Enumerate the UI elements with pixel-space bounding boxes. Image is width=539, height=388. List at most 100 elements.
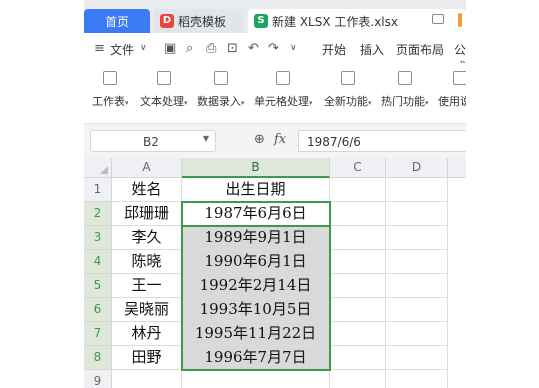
help-icon xyxy=(453,71,466,85)
row-header-9[interactable]: 9 xyxy=(84,370,112,388)
column-header-b[interactable]: B xyxy=(182,158,330,178)
cell-a7[interactable]: 林丹 xyxy=(112,322,182,346)
cell-d6[interactable] xyxy=(386,298,448,322)
cell-b6[interactable]: 1993年10月5日 xyxy=(182,298,330,322)
more-icon[interactable]: ∨ xyxy=(290,43,297,53)
cell-b8[interactable]: 1996年7月7日 xyxy=(182,346,330,370)
ribbon-new-feature-label: 全新功能 xyxy=(324,95,368,108)
column-header-c[interactable]: C xyxy=(330,158,386,178)
row-header-1[interactable]: 1 xyxy=(84,178,112,202)
print-preview-icon[interactable]: ⊡ xyxy=(227,41,238,56)
cell-c9[interactable] xyxy=(330,370,386,388)
row-header-5[interactable]: 5 xyxy=(84,274,112,298)
cell-a5[interactable]: 王一 xyxy=(112,274,182,298)
cell-b3[interactable]: 1989年9月1日 xyxy=(182,226,330,250)
ribbon-new-feature-button[interactable]: 全新功能▾ xyxy=(324,69,372,109)
zoom-icon[interactable]: ⊕ xyxy=(254,132,265,147)
cell-c3[interactable] xyxy=(330,226,386,250)
cell-a4[interactable]: 陈晓 xyxy=(112,250,182,274)
row-header-6[interactable]: 6 xyxy=(84,298,112,322)
row-header-3[interactable]: 3 xyxy=(84,226,112,250)
ribbon-toolbar: 工作表▾ 文本处理▾ 数据录入▾ 单元格处理▾ 全新功能▾ 热门功能▾ 使用说明 xyxy=(84,63,466,124)
hot-feature-icon xyxy=(397,71,412,85)
save-icon[interactable]: ▣ xyxy=(164,41,176,56)
cell-d3[interactable] xyxy=(386,226,448,250)
menu-start[interactable]: 开始 xyxy=(322,41,346,58)
cell-a3[interactable]: 李久 xyxy=(112,226,182,250)
data-entry-icon xyxy=(213,71,228,85)
cell-c4[interactable] xyxy=(330,250,386,274)
function-icon[interactable]: fx xyxy=(274,132,286,147)
chevron-down-icon[interactable]: ▼ xyxy=(203,134,209,143)
ribbon-cell-process-button[interactable]: 单元格处理▾ xyxy=(254,69,313,109)
cell-d7[interactable] xyxy=(386,322,448,346)
cell-d9[interactable] xyxy=(386,370,448,388)
cell-c5[interactable] xyxy=(330,274,386,298)
column-header-e[interactable] xyxy=(448,158,466,178)
cell-b1[interactable]: 出生日期 xyxy=(182,178,330,202)
redo-icon[interactable]: ↷ xyxy=(268,41,279,56)
print-icon[interactable]: ⎙ xyxy=(206,41,216,56)
ribbon-hot-feature-label: 热门功能 xyxy=(381,95,425,108)
ribbon-cell-process-label: 单元格处理 xyxy=(254,95,309,108)
tab-home[interactable]: 首页 xyxy=(84,9,150,33)
tab-bar: 首页 D 稻壳模板 S 新建 XLSX 工作表.xlsx xyxy=(84,0,466,33)
format-painter-icon[interactable]: ⌕ xyxy=(186,41,193,56)
hamburger-menu-icon[interactable]: ≡ xyxy=(94,41,105,56)
formula-input-value: 1987/6/6 xyxy=(307,135,361,149)
menu-insert[interactable]: 插入 xyxy=(360,41,384,58)
cell-c6[interactable] xyxy=(330,298,386,322)
ribbon-help-button[interactable]: 使用说明 xyxy=(438,69,466,109)
cell-d2[interactable] xyxy=(386,202,448,226)
cell-c7[interactable] xyxy=(330,322,386,346)
tab-template[interactable]: D 稻壳模板 xyxy=(154,9,244,33)
select-all-corner[interactable] xyxy=(84,158,112,178)
cell-d1[interactable] xyxy=(386,178,448,202)
cell-b2[interactable]: 1987年6月6日 xyxy=(182,202,330,226)
chevron-down-icon[interactable]: ∨ xyxy=(140,43,147,53)
ribbon-hot-feature-button[interactable]: 热门功能▾ xyxy=(381,69,429,109)
menu-bar: ≡ 文件 ∨ ▣ ⌕ ⎙ ⊡ ↶ ↷ ∨ 开始 插入 页面布局 公式 xyxy=(84,33,466,74)
ribbon-worksheet-button[interactable]: 工作表▾ xyxy=(92,69,129,109)
cell-b9[interactable] xyxy=(182,370,330,388)
row-header-7[interactable]: 7 xyxy=(84,322,112,346)
tab-home-label: 首页 xyxy=(104,14,129,29)
worksheet-icon xyxy=(103,71,118,85)
cell-b4[interactable]: 1990年6月1日 xyxy=(182,250,330,274)
cell-d8[interactable] xyxy=(386,346,448,370)
cell-b7[interactable]: 1995年11月22日 xyxy=(182,322,330,346)
undo-icon[interactable]: ↶ xyxy=(248,41,259,56)
formula-input[interactable]: 1987/6/6 xyxy=(298,130,466,152)
cell-a8[interactable]: 田野 xyxy=(112,346,182,370)
row-header-4[interactable]: 4 xyxy=(84,250,112,274)
name-box[interactable]: B2 ▼ xyxy=(90,130,216,152)
window-mode-icon[interactable] xyxy=(432,14,444,24)
cell-c8[interactable] xyxy=(330,346,386,370)
column-header-a[interactable]: A xyxy=(112,158,182,178)
docer-logo-icon: D xyxy=(160,14,174,28)
tab-current-file[interactable]: S 新建 XLSX 工作表.xlsx xyxy=(248,9,466,33)
cell-a9[interactable] xyxy=(112,370,182,388)
cell-process-icon xyxy=(276,71,291,85)
cell-d4[interactable] xyxy=(386,250,448,274)
ribbon-text-process-button[interactable]: 文本处理▾ xyxy=(140,69,188,109)
tab-file-label: 新建 XLSX 工作表.xlsx xyxy=(272,14,398,29)
name-box-value: B2 xyxy=(143,135,159,149)
menu-file[interactable]: 文件 xyxy=(110,41,134,58)
formula-bar: B2 ▼ ⊕ fx 1987/6/6 xyxy=(84,130,466,152)
ribbon-data-entry-button[interactable]: 数据录入▾ xyxy=(197,69,245,109)
column-header-d[interactable]: D xyxy=(386,158,448,178)
ribbon-text-process-label: 文本处理 xyxy=(140,95,184,108)
cell-d5[interactable] xyxy=(386,274,448,298)
menu-page-layout[interactable]: 页面布局 xyxy=(396,41,444,58)
cell-a1[interactable]: 姓名 xyxy=(112,178,182,202)
cell-b5[interactable]: 1992年2月14日 xyxy=(182,274,330,298)
spreadsheet-grid: A B C D 1 2 3 4 5 6 7 8 9 姓名 出生日期 邱珊珊 19… xyxy=(84,158,466,388)
cell-a6[interactable]: 吴晓丽 xyxy=(112,298,182,322)
row-header-2[interactable]: 2 xyxy=(84,202,112,226)
row-header-8[interactable]: 8 xyxy=(84,346,112,370)
cell-c2[interactable] xyxy=(330,202,386,226)
spreadsheet-app: 首页 D 稻壳模板 S 新建 XLSX 工作表.xlsx ≡ 文件 ∨ ▣ ⌕ … xyxy=(84,0,466,388)
cell-c1[interactable] xyxy=(330,178,386,202)
cell-a2[interactable]: 邱珊珊 xyxy=(112,202,182,226)
